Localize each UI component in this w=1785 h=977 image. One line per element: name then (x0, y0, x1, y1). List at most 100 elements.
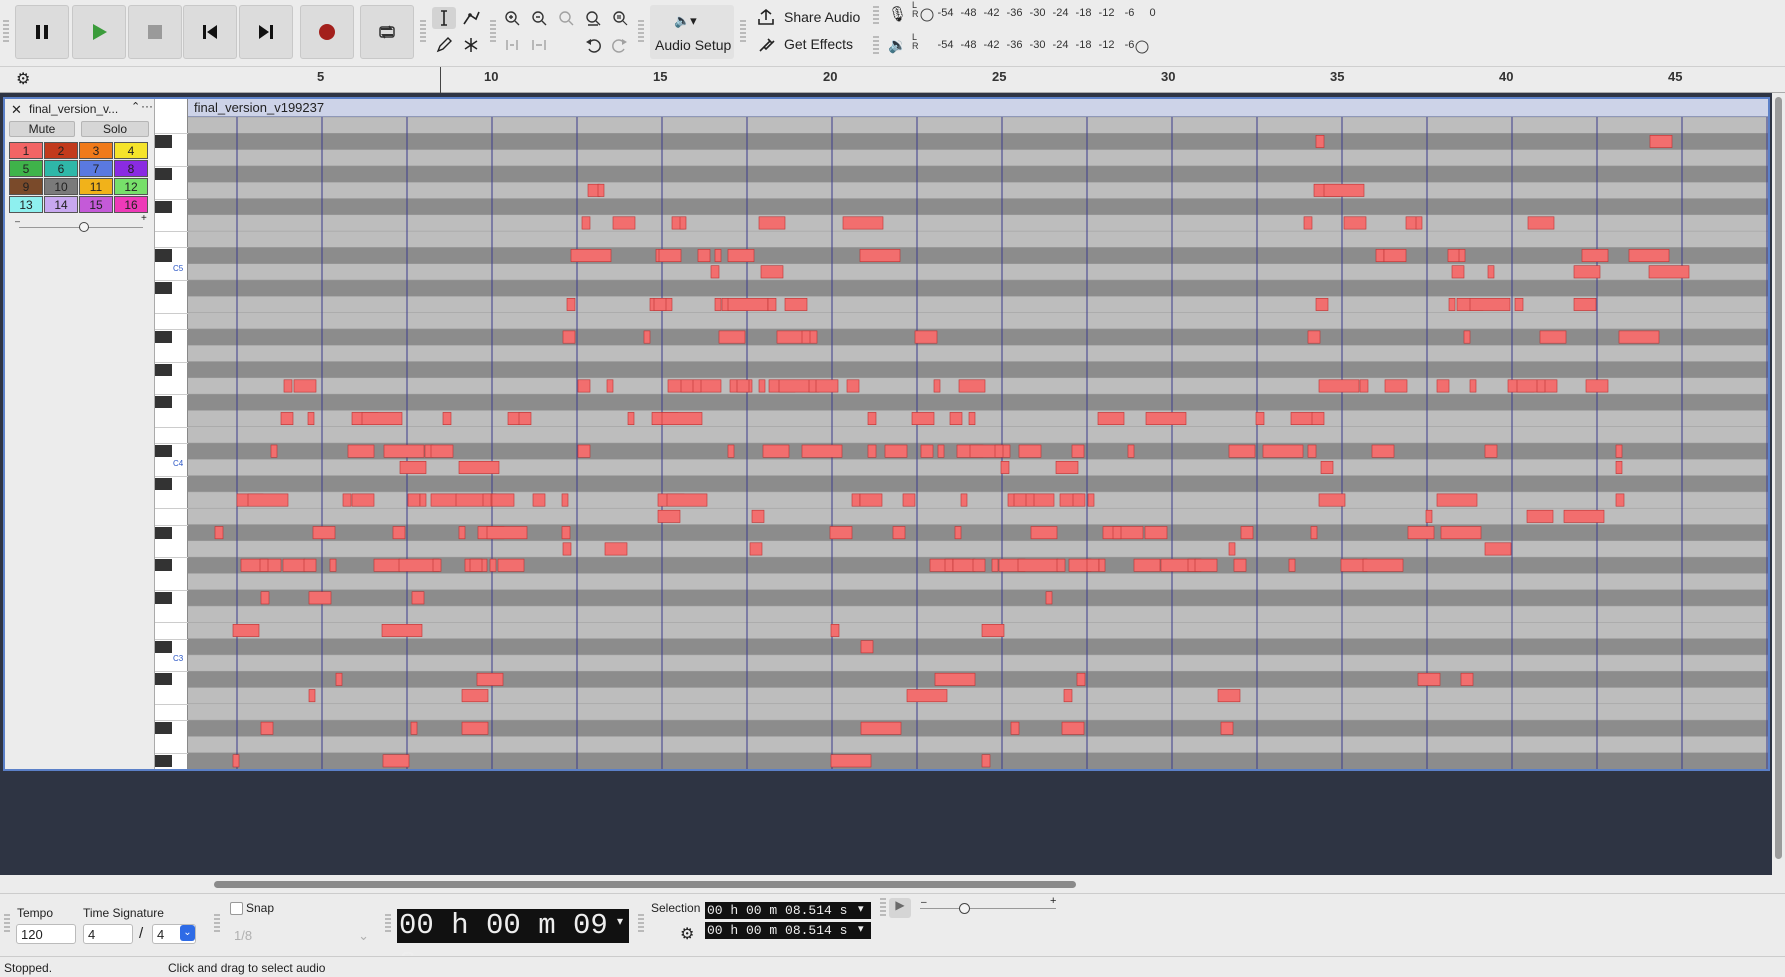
black-key[interactable] (155, 135, 172, 148)
midi-note[interactable] (458, 460, 500, 474)
midi-note[interactable] (1087, 493, 1095, 507)
get-effects-button[interactable]: Get Effects (756, 35, 853, 53)
time-signature-numerator[interactable]: 4 (83, 924, 133, 944)
midi-note[interactable] (1217, 689, 1241, 703)
midi-note[interactable] (308, 689, 316, 703)
midi-note[interactable] (1228, 542, 1236, 556)
midi-note[interactable] (1384, 379, 1408, 393)
midi-note[interactable] (1145, 412, 1187, 425)
midi-note[interactable] (920, 444, 934, 458)
midi-note[interactable] (1415, 216, 1423, 230)
midi-note[interactable] (758, 379, 766, 393)
time-display[interactable]: 00 h 00 m 09 s (397, 909, 629, 976)
black-key[interactable] (155, 396, 172, 409)
midi-note[interactable] (830, 623, 840, 637)
midi-note[interactable] (1320, 460, 1334, 474)
horizontal-scrollbar[interactable] (0, 875, 1785, 893)
tempo-grip[interactable] (4, 914, 10, 934)
midi-note[interactable] (906, 689, 948, 703)
redo-button[interactable] (608, 34, 632, 56)
midi-note[interactable] (335, 672, 343, 686)
midi-note[interactable] (604, 542, 628, 556)
midi-note[interactable] (692, 379, 702, 393)
channel-button-9[interactable]: 9 (9, 178, 43, 195)
midi-note[interactable] (710, 265, 720, 279)
vertical-scroll-thumb[interactable] (1775, 97, 1782, 859)
skip-to-start-button[interactable] (183, 5, 237, 59)
midi-note[interactable] (1539, 330, 1567, 344)
midi-note[interactable] (561, 493, 569, 507)
midi-note[interactable] (981, 754, 991, 768)
midi-note[interactable] (1436, 493, 1478, 507)
midi-note[interactable] (714, 249, 722, 262)
midi-note[interactable] (392, 526, 406, 540)
midi-note[interactable] (954, 526, 962, 540)
midi-note[interactable] (1615, 460, 1623, 474)
midi-note[interactable] (430, 493, 458, 507)
midi-note[interactable] (1448, 298, 1456, 311)
velocity-slider-thumb[interactable] (79, 222, 89, 232)
midi-note[interactable] (373, 558, 401, 572)
envelope-tool[interactable] (459, 7, 483, 29)
midi-note[interactable] (846, 379, 860, 393)
midi-note[interactable] (952, 558, 976, 572)
black-key[interactable] (155, 363, 172, 376)
midi-note[interactable] (994, 444, 1004, 458)
midi-note[interactable] (1383, 249, 1407, 262)
midi-note[interactable] (884, 444, 908, 458)
midi-note[interactable] (1112, 526, 1122, 540)
midi-note[interactable] (1311, 412, 1325, 425)
midi-note[interactable] (981, 623, 1005, 637)
channel-button-1[interactable]: 1 (9, 142, 43, 159)
channel-button-11[interactable]: 11 (79, 178, 113, 195)
midi-note[interactable] (260, 591, 270, 605)
channel-button-14[interactable]: 14 (44, 196, 78, 213)
midi-note[interactable] (1451, 265, 1465, 279)
playback-meter-grip[interactable] (873, 36, 879, 56)
midi-note[interactable] (1536, 379, 1546, 393)
share-audio-button[interactable]: Share Audio (756, 8, 860, 26)
midi-note[interactable] (606, 379, 614, 393)
midi-note[interactable] (627, 412, 635, 425)
clip-title[interactable]: final_version_v199237 (188, 99, 1768, 117)
tools-grip[interactable] (420, 20, 426, 42)
midi-note[interactable] (329, 558, 337, 572)
midi-note[interactable] (727, 444, 735, 458)
midi-note[interactable] (260, 721, 274, 735)
midi-note[interactable] (1323, 183, 1365, 197)
midi-note[interactable] (666, 493, 708, 507)
black-key[interactable] (155, 640, 172, 653)
midi-note[interactable] (867, 444, 877, 458)
undo-button[interactable] (581, 34, 605, 56)
midi-note[interactable] (1127, 444, 1135, 458)
selection-start-field[interactable]: 00 h 00 m 08.514 s (705, 902, 871, 919)
playback-speaker-icon[interactable]: 🔉 (888, 36, 907, 54)
black-key[interactable] (155, 200, 172, 213)
midi-note[interactable] (308, 591, 332, 605)
midi-note[interactable] (461, 689, 489, 703)
midi-note[interactable] (867, 412, 877, 425)
midi-note[interactable] (1371, 444, 1395, 458)
midi-note[interactable] (247, 493, 289, 507)
midi-note[interactable] (1447, 249, 1461, 262)
midi-note[interactable] (972, 558, 986, 572)
midi-note[interactable] (597, 183, 605, 197)
midi-note[interactable] (727, 298, 769, 311)
midi-note[interactable] (1318, 493, 1346, 507)
midi-note[interactable] (1649, 134, 1673, 148)
black-key[interactable] (155, 526, 172, 539)
channel-button-5[interactable]: 5 (9, 160, 43, 177)
midi-note[interactable] (461, 721, 489, 735)
midi-note[interactable] (577, 379, 591, 393)
midi-note[interactable] (561, 526, 571, 540)
midi-note[interactable] (581, 216, 591, 230)
midi-note[interactable] (736, 379, 750, 393)
midi-note[interactable] (312, 526, 336, 540)
black-key[interactable] (155, 673, 172, 686)
midi-note[interactable] (1563, 509, 1605, 523)
channel-button-8[interactable]: 8 (114, 160, 148, 177)
midi-note[interactable] (1056, 558, 1066, 572)
midi-note[interactable] (399, 460, 427, 474)
midi-note[interactable] (933, 379, 941, 393)
selection-grip[interactable] (638, 914, 644, 934)
